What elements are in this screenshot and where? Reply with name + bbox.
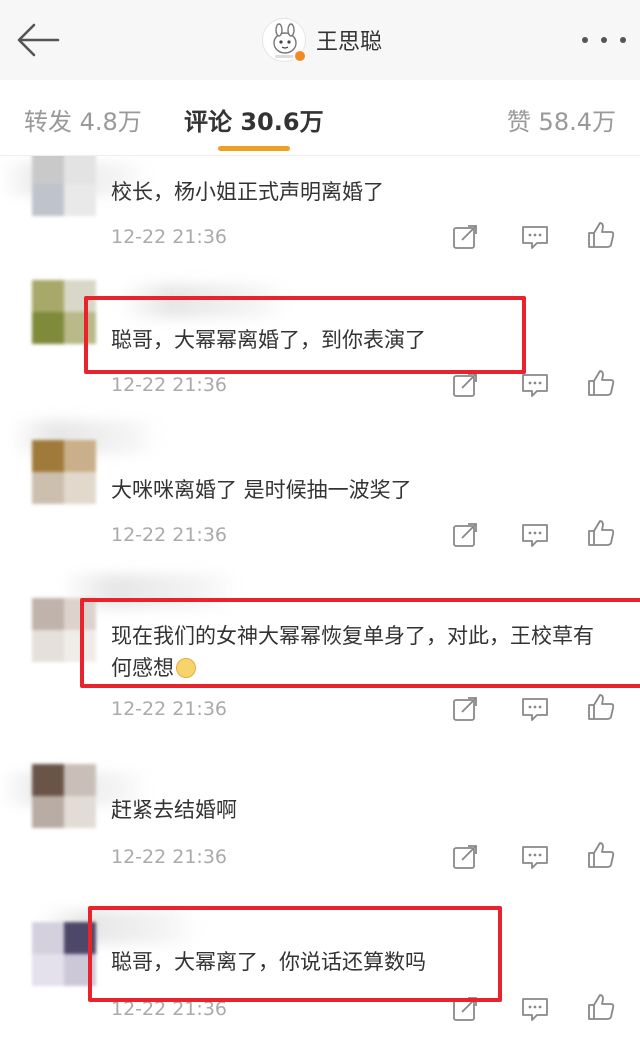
comment-time: 12-22 21:36 [111,698,228,720]
comment-time: 12-22 21:36 [111,524,228,546]
avatar[interactable] [32,440,96,504]
comment-icon [522,524,548,547]
more-dots-icon [582,37,588,43]
comment-text: 校长，杨小姐正式声明离婚了 [111,180,384,204]
comment-item: 聪哥，大幂离了，你说话还算数吗 12-22 21:36 [0,906,640,1038]
share-button[interactable] [450,520,480,550]
share-icon [453,697,477,721]
thumbs-up-icon [588,222,615,248]
share-button[interactable] [450,842,480,872]
reply-button[interactable] [520,370,550,400]
comment-time: 12-22 21:36 [111,846,228,868]
more-dots-icon [620,37,626,43]
top-bar: 王思聪 [0,0,640,80]
like-button[interactable] [586,840,616,870]
share-icon [453,845,477,869]
comment-icon [522,846,548,869]
smile-emoji-icon [176,658,196,678]
reply-button[interactable] [520,842,550,872]
profile-header[interactable]: 王思聪 [262,14,382,66]
share-icon [453,225,477,249]
avatar[interactable] [262,18,307,63]
thumbs-up-icon [588,520,615,546]
share-button[interactable] [450,694,480,724]
thumbs-up-icon [588,694,615,720]
more-button[interactable] [582,26,626,54]
comment-text: 聪哥，大幂幂离婚了，到你表演了 [111,328,426,352]
comment-time: 12-22 21:36 [111,374,228,396]
reply-button[interactable] [520,520,550,550]
more-dots-icon [601,37,607,43]
thumbs-up-icon [588,842,615,868]
reply-button[interactable] [520,694,550,724]
comment-icon [522,698,548,721]
comment-text: 赶紧去结婚啊 [111,798,237,822]
arrow-left-icon [17,23,60,57]
tab-bar: 转发 4.8万 评论 30.6万 赞 58.4万 [0,80,640,156]
avatar[interactable] [32,764,96,828]
comment-item: 大咪咪离婚了 是时候抽一波奖了 12-22 21:36 [0,416,640,576]
thumbs-up-icon [588,370,615,396]
comment-text: 聪哥，大幂离了，你说话还算数吗 [111,950,426,974]
share-icon [453,523,477,547]
tab-likes[interactable]: 赞 58.4万 [507,102,616,137]
active-tab-indicator [218,146,290,151]
comment-item: 现在我们的女神大幂幂恢复单身了，对此，王校草有何感想 12-22 21:36 [0,574,640,736]
tab-comments[interactable]: 评论 30.6万 [184,102,324,137]
like-button[interactable] [586,220,616,250]
share-icon [453,997,477,1021]
comment-item: 赶紧去结婚啊 12-22 21:36 [0,746,640,886]
reply-button[interactable] [520,222,550,252]
avatar[interactable] [32,280,96,344]
avatar[interactable] [32,922,96,986]
avatar[interactable] [32,598,96,662]
comment-list: 校长，杨小姐正式声明离婚了 12-22 21:36 聪哥，大幂幂离婚了，到你表演… [0,156,640,1038]
reply-button[interactable] [520,994,550,1024]
back-button[interactable] [14,20,64,60]
page-title: 王思聪 [316,30,383,55]
blurred-username [120,284,290,318]
comment-item: 校长，杨小姐正式声明离婚了 12-22 21:36 [0,156,640,296]
share-button[interactable] [450,222,480,252]
share-button[interactable] [450,370,480,400]
avatar[interactable] [32,156,96,216]
comment-icon [522,374,548,397]
share-icon [453,373,477,397]
thumbs-up-icon [588,994,615,1020]
verified-badge-icon [293,49,307,63]
like-button[interactable] [586,518,616,548]
like-button[interactable] [586,368,616,398]
share-button[interactable] [450,994,480,1024]
comment-text: 现在我们的女神大幂幂恢复单身了，对此，王校草有何感想 [111,620,610,684]
comment-text: 大咪咪离婚了 是时候抽一波奖了 [111,478,412,502]
like-button[interactable] [586,992,616,1022]
like-button[interactable] [586,692,616,722]
comment-item: 聪哥，大幂幂离婚了，到你表演了 12-22 21:36 [0,276,640,416]
comment-time: 12-22 21:36 [111,998,228,1020]
comment-icon [522,998,548,1021]
comment-icon [522,226,548,249]
comment-time: 12-22 21:36 [111,226,228,248]
tab-repost[interactable]: 转发 4.8万 [24,102,142,137]
